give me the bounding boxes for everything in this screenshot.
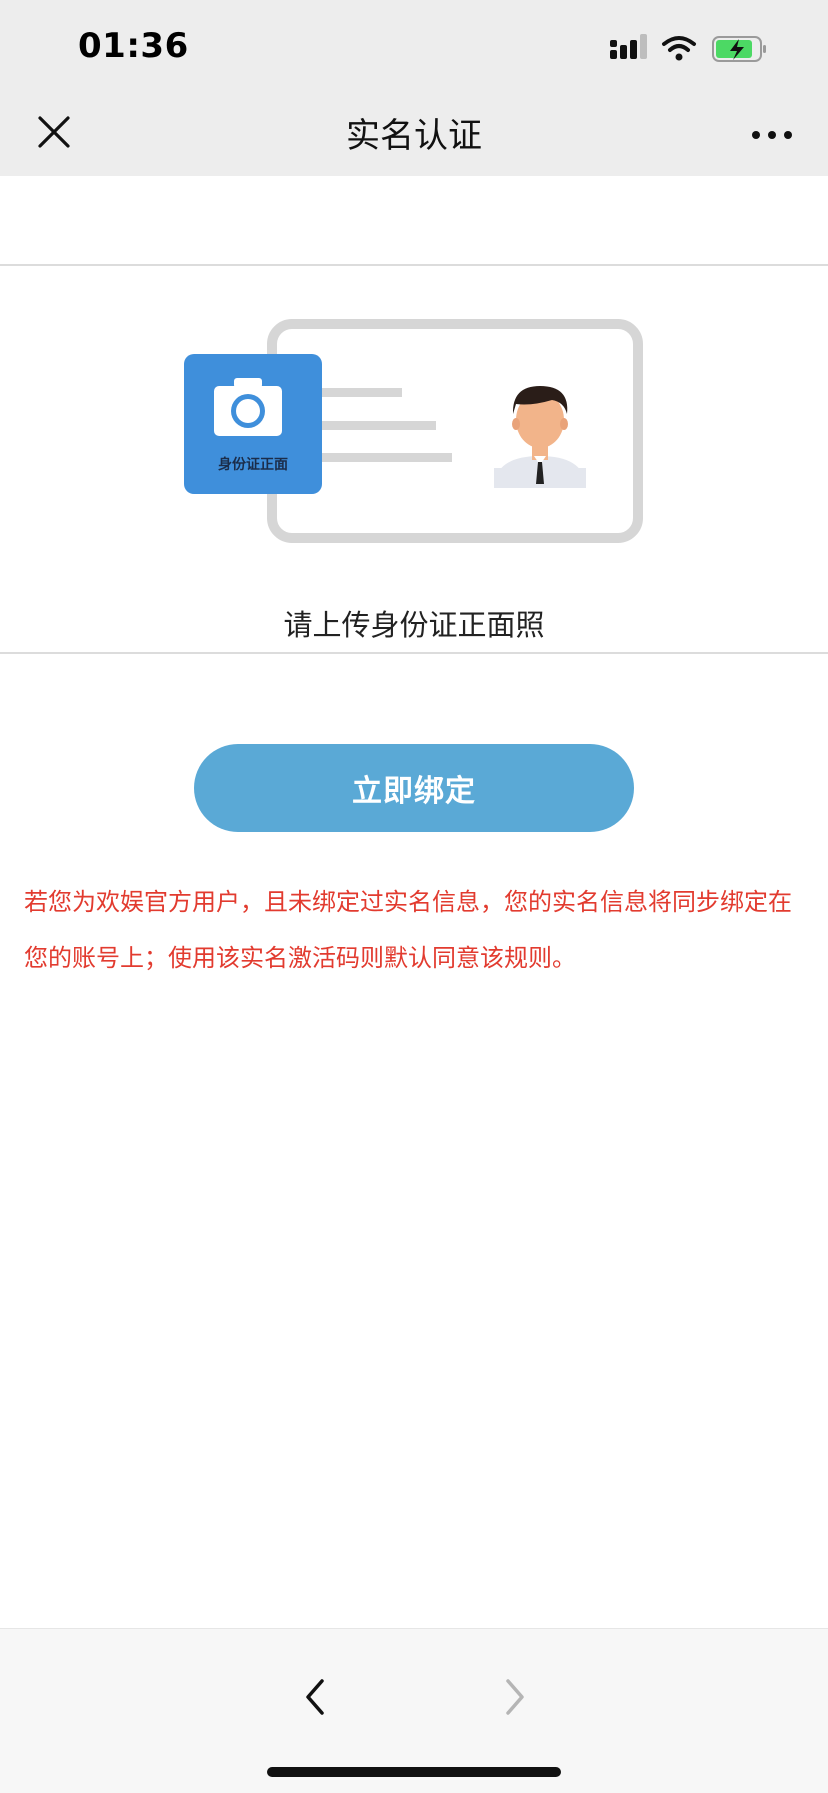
upload-hint: 请上传身份证正面照 bbox=[283, 608, 545, 642]
binding-notice: 若您为欢娱官方用户，且未绑定过实名信息，您的实名信息将同步绑定在您的账号上；使用… bbox=[24, 888, 792, 972]
cellular-signal-icon bbox=[610, 34, 647, 59]
bind-now-button[interactable]: 立即绑定 bbox=[194, 744, 634, 832]
forward-arrow-icon[interactable] bbox=[494, 1675, 534, 1719]
id-upload-area[interactable]: 身份证正面 请上传身份证正面照 bbox=[0, 266, 828, 652]
browser-bottom-bar bbox=[0, 1628, 828, 1793]
status-icons bbox=[610, 34, 766, 62]
home-indicator[interactable] bbox=[267, 1767, 561, 1777]
status-time: 01:36 bbox=[78, 26, 189, 66]
id-card-front-illustration[interactable] bbox=[182, 316, 646, 548]
top-bar: 01:36 实名认证 bbox=[0, 0, 828, 176]
wifi-icon bbox=[662, 36, 696, 61]
header-spacer bbox=[0, 176, 828, 264]
battery-charging-icon bbox=[712, 36, 766, 62]
back-arrow-icon[interactable] bbox=[296, 1675, 336, 1719]
more-options-icon[interactable] bbox=[750, 120, 794, 150]
camera-tile-label: 身份证正面 bbox=[218, 457, 288, 473]
page-title: 实名认证 bbox=[346, 116, 482, 156]
divider-bottom bbox=[0, 652, 828, 654]
